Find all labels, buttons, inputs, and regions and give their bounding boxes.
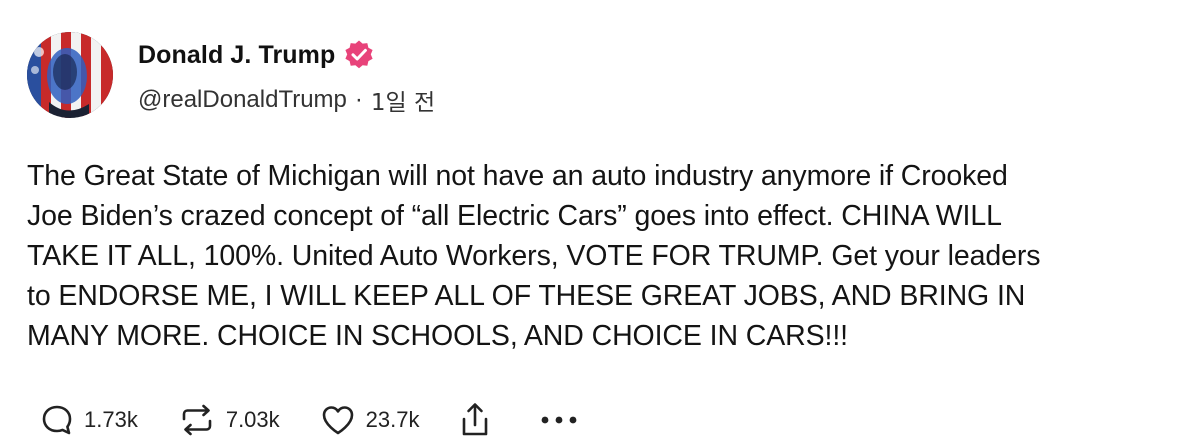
reply-count: 1.73k (84, 407, 138, 432)
more-icon (539, 414, 579, 426)
share-button[interactable] (459, 401, 491, 439)
action-bar: 1.73k 7.03k 23.7k (40, 400, 619, 440)
meta-separator: · (354, 86, 363, 113)
author-display-name[interactable]: Donald J. Trump (138, 41, 335, 70)
like-button[interactable]: 23.7k (320, 403, 420, 437)
author-handle[interactable]: @realDonaldTrump (138, 86, 347, 114)
post-timestamp[interactable]: 1일 전 (371, 83, 435, 117)
retruth-button[interactable]: 7.03k (178, 403, 280, 437)
reply-icon (40, 403, 74, 437)
author-meta-row: @realDonaldTrump · 1일 전 (138, 84, 435, 116)
verified-badge-icon (343, 39, 375, 71)
retruth-icon (178, 403, 216, 437)
retruth-count: 7.03k (225, 407, 280, 432)
avatar-image (27, 32, 113, 118)
post-text: The Great State of Michigan will not hav… (27, 160, 1041, 352)
share-icon (459, 401, 491, 439)
avatar[interactable] (27, 32, 113, 118)
like-count: 23.7k (365, 407, 420, 432)
post-card: Donald J. Trump @realDonaldTrump · 1일 전 … (0, 0, 1200, 446)
reply-button[interactable]: 1.73k (40, 403, 138, 437)
heart-icon (320, 403, 356, 437)
more-options-button[interactable] (539, 414, 579, 426)
author-name-row: Donald J. Trump (138, 38, 375, 72)
